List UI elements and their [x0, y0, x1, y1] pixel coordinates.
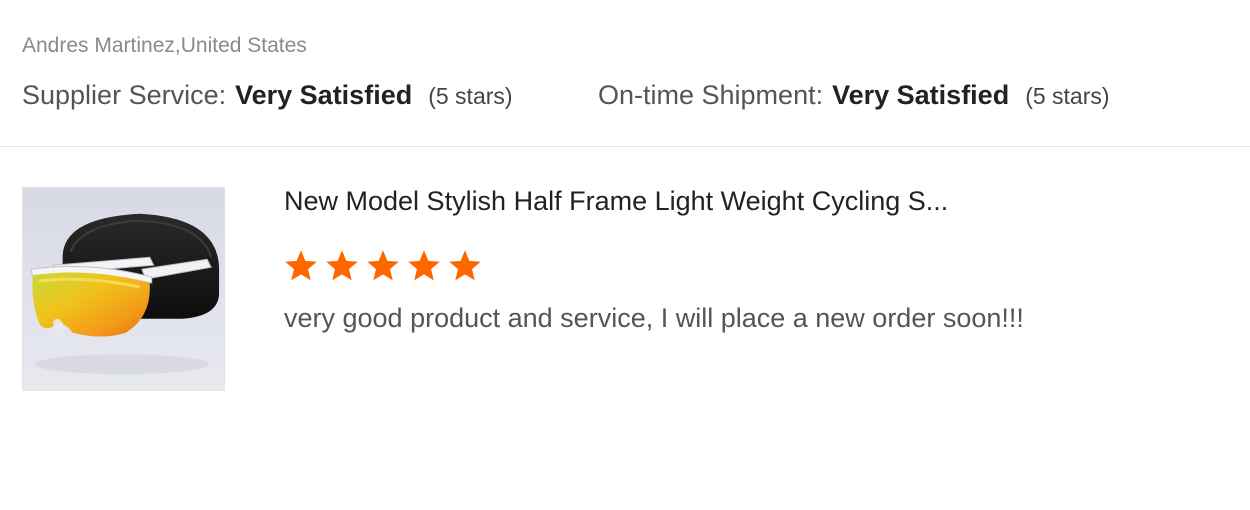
product-thumbnail[interactable]	[22, 187, 225, 391]
review-comment: very good product and service, I will pl…	[284, 303, 1024, 333]
star-icon	[449, 250, 481, 281]
star-icon	[326, 250, 358, 281]
star-icon	[285, 250, 317, 281]
section-divider	[0, 146, 1250, 147]
reviewer-name-location: Andres Martinez,United States	[22, 34, 307, 57]
supplier-service-value: Very Satisfied	[235, 80, 413, 110]
product-star-rating	[283, 248, 483, 284]
service-ratings: Supplier Service: Very Satisfied (5 star…	[22, 80, 1222, 116]
supplier-service-label: Supplier Service:	[22, 80, 227, 110]
supplier-service-stars-text: (5 stars)	[428, 83, 513, 109]
supplier-service-rating: Supplier Service: Very Satisfied (5 star…	[22, 80, 513, 111]
on-time-shipment-label: On-time Shipment:	[598, 80, 824, 110]
on-time-shipment-stars-text: (5 stars)	[1025, 83, 1110, 109]
on-time-shipment-value: Very Satisfied	[832, 80, 1010, 110]
star-icon	[408, 250, 440, 281]
sunglasses-product-photo-icon	[23, 188, 224, 390]
product-title-link[interactable]: New Model Stylish Half Frame Light Weigh…	[284, 186, 948, 217]
on-time-shipment-rating: On-time Shipment: Very Satisfied (5 star…	[598, 80, 1110, 111]
star-icon	[367, 250, 399, 281]
